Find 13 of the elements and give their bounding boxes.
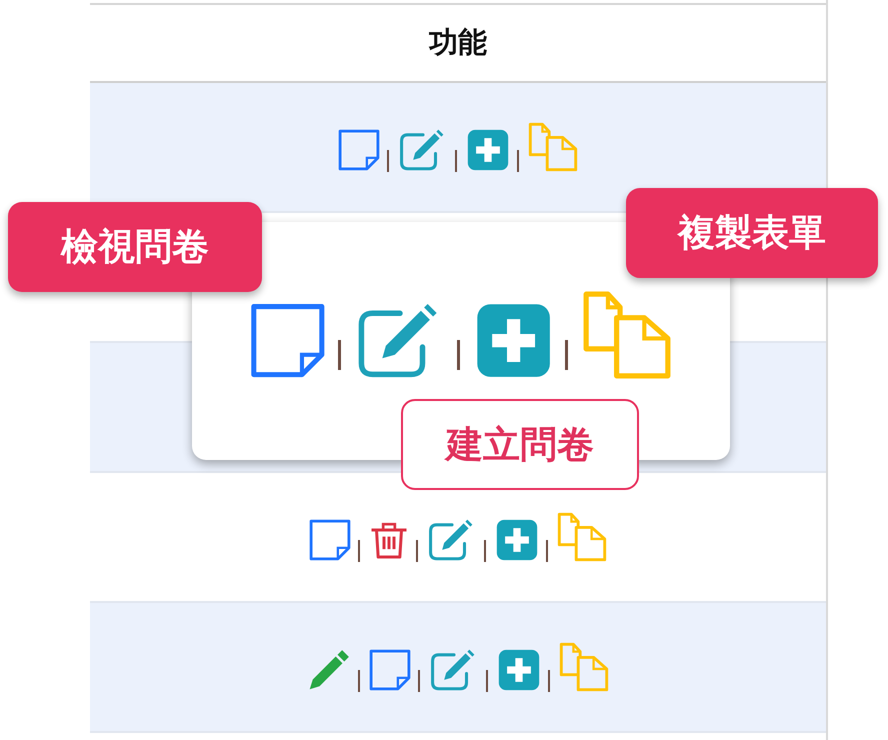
note-icon[interactable] [369,648,411,692]
plus-icon[interactable] [495,518,539,562]
copy-icon[interactable] [557,512,607,562]
note-icon[interactable] [338,128,380,172]
plus-icon[interactable] [466,128,510,172]
annotation-label: 檢視問卷 [8,202,262,292]
plus-icon[interactable] [497,648,541,692]
pencil-icon[interactable] [307,648,351,692]
note-icon[interactable] [309,518,351,562]
annotation-label: 複製表單 [626,188,878,278]
column-header: 功能 [429,24,487,61]
copy-icon[interactable] [582,290,672,380]
annotation-label: 建立問卷 [401,399,639,490]
